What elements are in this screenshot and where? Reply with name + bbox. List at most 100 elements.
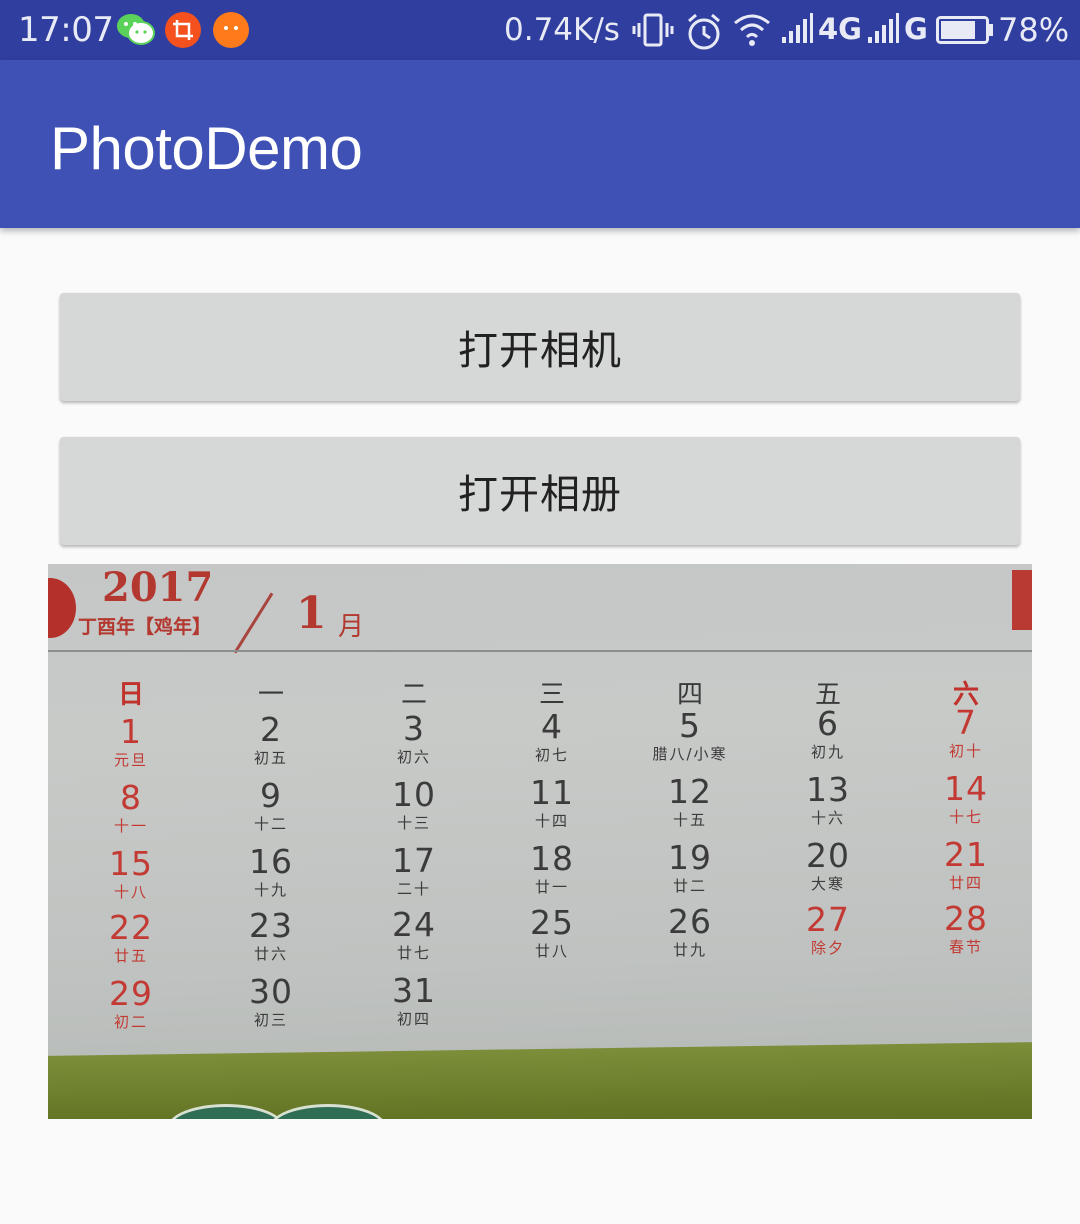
calendar-day: 21 廿四 bbox=[911, 837, 1021, 893]
calendar-day-lunar: 二十 bbox=[396, 880, 431, 898]
calendar-day-lunar: 十四 bbox=[534, 812, 569, 830]
calendar-day-lunar: 十八 bbox=[113, 883, 148, 901]
calendar-day-lunar: 廿二 bbox=[672, 877, 707, 895]
calendar-day: 31 初四 bbox=[359, 973, 469, 1029]
calendar-day-lunar: 廿四 bbox=[948, 874, 983, 892]
calendar-day: 19 廿二 bbox=[635, 840, 745, 896]
calendar-day-number: 31 bbox=[392, 971, 436, 1010]
calendar-day: 3 初六 bbox=[359, 711, 469, 767]
calendar-day-number: 26 bbox=[668, 902, 712, 941]
calendar-weekday: 日 bbox=[117, 680, 144, 710]
calendar-weekday: 二 bbox=[400, 680, 427, 710]
app-bar: PhotoDemo bbox=[0, 60, 1080, 228]
calendar-day-lunar: 元旦 bbox=[113, 751, 148, 769]
calendar-day-number: 5 bbox=[679, 706, 701, 745]
calendar-day: 10 十三 bbox=[359, 777, 469, 833]
open-camera-button[interactable]: 打开相机 bbox=[60, 293, 1020, 401]
calendar-day: 30 初三 bbox=[216, 974, 326, 1030]
calendar-day-number: 3 bbox=[403, 709, 425, 748]
calendar-stamp bbox=[1012, 570, 1032, 630]
open-album-button[interactable]: 打开相册 bbox=[60, 437, 1020, 545]
signal-icon-2 bbox=[866, 13, 900, 49]
calendar-day-lunar: 春节 bbox=[948, 938, 983, 956]
status-bar: 17:07 0.74K/s 4G G 78% bbox=[0, 0, 1080, 60]
calendar-day-lunar: 廿八 bbox=[534, 942, 569, 960]
calendar-day-number: 21 bbox=[944, 835, 988, 874]
calendar-day-number: 9 bbox=[260, 776, 282, 815]
calendar-day-number: 13 bbox=[806, 770, 850, 809]
calendar-day-lunar: 十二 bbox=[253, 815, 288, 833]
calendar-day-number: 30 bbox=[249, 972, 293, 1011]
status-time: 17:07 bbox=[18, 10, 114, 50]
calendar-day: 9 十二 bbox=[216, 778, 326, 834]
calendar-day: 29 初二 bbox=[76, 976, 186, 1032]
calendar-day: 2 初五 bbox=[216, 712, 326, 768]
calendar-day-lunar: 初十 bbox=[948, 742, 983, 760]
calendar-day-lunar: 十五 bbox=[672, 811, 707, 829]
calendar-day-lunar: 大寒 bbox=[810, 875, 845, 893]
chat-app-icon bbox=[213, 12, 249, 48]
calendar-weekday: 一 bbox=[257, 680, 284, 710]
calendar-day: 7 初十 bbox=[911, 705, 1021, 761]
calendar-day-lunar: 廿七 bbox=[396, 944, 431, 962]
calendar-day: 15 十八 bbox=[76, 846, 186, 902]
calendar-day: 26 廿九 bbox=[635, 904, 745, 960]
calendar-day: 6 初九 bbox=[773, 706, 883, 762]
calendar-day-lunar: 除夕 bbox=[810, 939, 845, 957]
calendar-month: 1 bbox=[296, 588, 327, 639]
calendar-day-number: 27 bbox=[806, 900, 850, 939]
calendar-day-number: 16 bbox=[249, 842, 293, 881]
calendar-day: 16 十九 bbox=[216, 844, 326, 900]
calendar-day-lunar: 初二 bbox=[113, 1013, 148, 1031]
crop-app-icon bbox=[165, 12, 201, 48]
vibrate-icon bbox=[632, 13, 674, 53]
calendar-day: 27 除夕 bbox=[773, 902, 883, 958]
network-type-2: G bbox=[904, 12, 928, 46]
calendar-day-number: 24 bbox=[392, 905, 436, 944]
calendar-day-number: 1 bbox=[120, 712, 142, 751]
calendar-day: 18 廿一 bbox=[497, 841, 607, 897]
network-type-1: 4G bbox=[818, 12, 862, 46]
calendar-day: 23 廿六 bbox=[216, 908, 326, 964]
calendar-day-lunar: 腊八/小寒 bbox=[652, 745, 728, 763]
calendar-day-number: 18 bbox=[530, 839, 574, 878]
wechat-icon bbox=[116, 12, 155, 48]
calendar-year-sub: 丁酉年【鸡年】 bbox=[78, 616, 212, 638]
calendar-day: 5 腊八/小寒 bbox=[635, 708, 745, 764]
calendar-day-lunar: 廿九 bbox=[672, 941, 707, 959]
calendar-slash bbox=[233, 592, 274, 654]
calendar-seal bbox=[48, 578, 76, 638]
calendar-day-number: 20 bbox=[806, 836, 850, 875]
calendar-weekday: 三 bbox=[538, 680, 565, 710]
calendar-day-lunar: 廿五 bbox=[113, 947, 148, 965]
calendar-divider bbox=[48, 650, 1032, 652]
calendar-day-number: 23 bbox=[249, 906, 293, 945]
calendar-day-number: 29 bbox=[109, 974, 153, 1013]
calendar-day-number: 10 bbox=[392, 775, 436, 814]
photo-preview: 2017 丁酉年【鸡年】 1 月 日一二三四五六 1 元旦 2 初五 3 初六 4 初七 5 腊八… bbox=[48, 564, 1032, 1119]
calendar-day-number: 6 bbox=[817, 704, 839, 743]
calendar-day: 25 廿八 bbox=[497, 905, 607, 961]
calendar-day: 1 元旦 bbox=[76, 714, 186, 770]
calendar-day-number: 2 bbox=[260, 710, 282, 749]
calendar-day: 12 十五 bbox=[635, 774, 745, 830]
signal-icon-1 bbox=[780, 13, 814, 49]
calendar-month-unit: 月 bbox=[338, 612, 365, 642]
battery-percent: 78% bbox=[998, 11, 1070, 49]
battery-icon bbox=[936, 16, 994, 48]
calendar-day: 14 十七 bbox=[911, 771, 1021, 827]
calendar-day: 22 廿五 bbox=[76, 910, 186, 966]
calendar-day-lunar: 初四 bbox=[396, 1010, 431, 1028]
calendar-day: 8 十一 bbox=[76, 780, 186, 836]
calendar-day: 24 廿七 bbox=[359, 907, 469, 963]
calendar-year: 2017 bbox=[102, 564, 214, 611]
calendar-day-number: 11 bbox=[530, 773, 574, 812]
calendar-day-lunar: 初三 bbox=[253, 1011, 288, 1029]
calendar-day-lunar: 十六 bbox=[810, 809, 845, 827]
wifi-icon bbox=[733, 13, 771, 51]
calendar-day: 20 大寒 bbox=[773, 838, 883, 894]
calendar-day-lunar: 初五 bbox=[253, 749, 288, 767]
calendar-day-number: 17 bbox=[392, 841, 436, 880]
calendar-day: 4 初七 bbox=[497, 709, 607, 765]
calendar-day-number: 14 bbox=[944, 769, 988, 808]
